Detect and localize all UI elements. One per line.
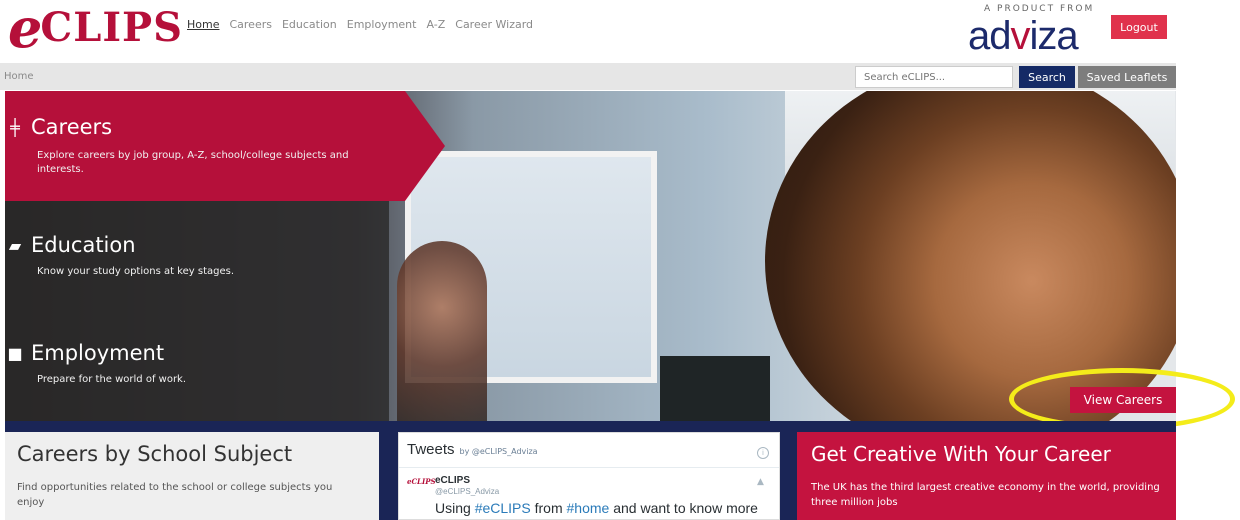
tweet-text: Using #eCLIPS from #home and want to kno… <box>435 500 758 516</box>
creative-card-desc: The UK has the third largest creative ec… <box>811 482 1160 508</box>
creative-card-title: Get Creative With Your Career <box>811 442 1111 466</box>
careers-by-subject-card[interactable]: Careers by School Subject Find opportuni… <box>5 432 379 520</box>
adviza-part1: ad <box>968 14 1011 58</box>
tweet-author-handle[interactable]: @eCLIPS_Adviza <box>435 487 499 496</box>
tweets-by-link[interactable]: by @eCLIPS_Adviza <box>460 447 538 456</box>
adviza-logo[interactable]: adviza <box>968 14 1079 58</box>
education-panel-desc: Know your study options at key stages. <box>37 266 235 277</box>
signpost-icon: ╪ <box>10 117 20 137</box>
nav-a-z[interactable]: A-Z <box>426 18 445 31</box>
subject-card-title: Careers by School Subject <box>17 442 293 466</box>
education-title-text: Education <box>31 233 136 257</box>
tweet-divider <box>399 467 779 468</box>
briefcase-icon: ■ <box>7 343 23 363</box>
education-employment-panel: ▰ Education Know your study options at k… <box>5 201 389 421</box>
subject-card-desc: Find opportunities related to the school… <box>17 482 333 508</box>
eclips-logo[interactable]: e CLIPS <box>8 0 183 60</box>
nav-home[interactable]: Home <box>187 18 219 31</box>
breadcrumb[interactable]: Home <box>4 71 34 82</box>
tweet-hashtag-eclips[interactable]: #eCLIPS <box>475 500 531 516</box>
tweet-text-pre: Using <box>435 500 475 516</box>
employment-panel-desc: Prepare for the world of work. <box>37 374 187 385</box>
nav-career-wizard[interactable]: Career Wizard <box>455 18 533 31</box>
background-person-image <box>397 241 487 421</box>
nav-employment[interactable]: Employment <box>347 18 417 31</box>
careers-title-text: Careers <box>31 115 113 139</box>
search-input[interactable] <box>855 66 1013 88</box>
top-nav: Home Careers Education Employment A-Z Ca… <box>187 18 533 31</box>
employment-panel-title[interactable]: ■ Employment <box>5 341 164 365</box>
tweets-title: Tweets <box>407 441 455 458</box>
education-panel-title[interactable]: ▰ Education <box>5 233 136 257</box>
product-from-label: A PRODUCT FROM <box>984 4 1095 14</box>
careers-panel[interactable]: ╪ Careers Explore careers by job group, … <box>5 91 445 201</box>
tweet-author-name[interactable]: eCLIPS <box>435 475 470 486</box>
hero-banner: ╪ Careers Explore careers by job group, … <box>5 91 1176 421</box>
careers-panel-title: ╪ Careers <box>5 115 112 139</box>
logout-button[interactable]: Logout <box>1111 15 1167 39</box>
tweets-header: Tweets by @eCLIPS_Adviza <box>407 441 538 458</box>
logo-text: CLIPS <box>40 4 183 51</box>
twitter-bird-icon[interactable]: ▲ <box>757 477 764 487</box>
get-creative-card[interactable]: Get Creative With Your Career The UK has… <box>797 432 1176 520</box>
nav-education[interactable]: Education <box>282 18 337 31</box>
nav-careers[interactable]: Careers <box>229 18 272 31</box>
book-icon: ▰ <box>8 235 22 255</box>
adviza-v: v <box>1010 14 1031 58</box>
info-icon[interactable]: i <box>757 447 769 459</box>
saved-leaflets-button[interactable]: Saved Leaflets <box>1078 66 1176 88</box>
adviza-part2: iza <box>1029 14 1079 58</box>
tweet-text-mid: from <box>530 500 567 516</box>
tweets-widget: Tweets by @eCLIPS_Adviza i eCLIPS eCLIPS… <box>398 432 780 520</box>
tweet-avatar[interactable]: eCLIPS <box>407 477 436 486</box>
tweet-hashtag-home[interactable]: #home <box>567 500 610 516</box>
employment-title-text: Employment <box>31 341 165 365</box>
careers-panel-desc: Explore careers by job group, A-Z, schoo… <box>37 150 349 175</box>
logo-e: e <box>8 0 42 60</box>
tweet-text-post: and want to know more <box>609 500 758 516</box>
search-button[interactable]: Search <box>1019 66 1075 88</box>
monitor-image <box>660 356 770 421</box>
